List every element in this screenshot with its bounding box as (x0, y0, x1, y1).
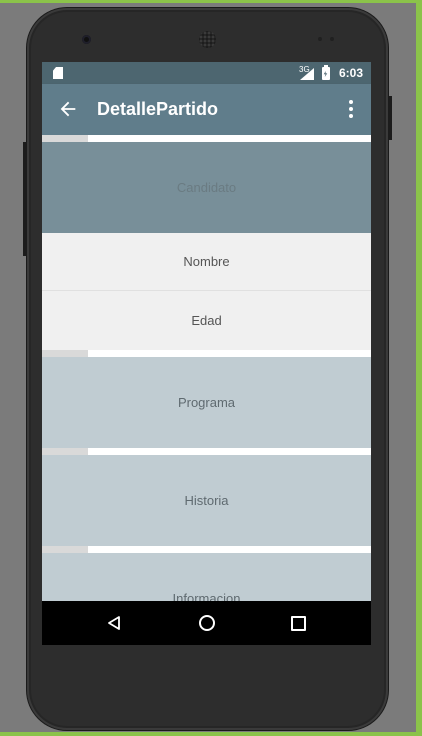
light-sensor (330, 37, 334, 41)
page-title: DetallePartido (97, 99, 219, 119)
status-bar: 3G 6:03 (42, 62, 371, 84)
section-header-historia[interactable]: Historia (42, 455, 371, 546)
section-header-informacion[interactable]: Informacion (42, 553, 371, 601)
expandable-list[interactable]: Candidato Nombre Edad Programa Historia … (42, 135, 371, 601)
more-vert-icon[interactable] (342, 98, 360, 120)
child-row-nombre[interactable]: Nombre (42, 233, 371, 291)
proximity-sensor (318, 37, 322, 41)
app-bar: DetallePartido (42, 84, 371, 135)
section-divider (42, 135, 371, 142)
back-triangle-icon[interactable] (106, 615, 122, 631)
section-divider (42, 350, 371, 357)
earpiece-speaker (199, 31, 216, 48)
section-header-candidato[interactable]: Candidato (42, 142, 371, 233)
recents-square-icon[interactable] (291, 616, 306, 631)
front-camera (82, 35, 91, 44)
screen: 3G 6:03 DetallePartido Candidato Nombre … (42, 62, 371, 645)
child-row-edad[interactable]: Edad (42, 291, 371, 350)
sd-card-icon (53, 67, 63, 79)
battery-charging-icon (322, 65, 330, 80)
section-divider (42, 546, 371, 553)
section-divider (42, 448, 371, 455)
section-header-programa[interactable]: Programa (42, 357, 371, 448)
home-circle-icon[interactable] (199, 615, 215, 631)
power-button (388, 96, 392, 140)
status-time: 6:03 (339, 66, 364, 80)
navigation-bar (42, 601, 371, 645)
volume-button (23, 142, 27, 256)
arrow-back-icon[interactable] (57, 98, 79, 120)
network-type: 3G (299, 65, 310, 74)
